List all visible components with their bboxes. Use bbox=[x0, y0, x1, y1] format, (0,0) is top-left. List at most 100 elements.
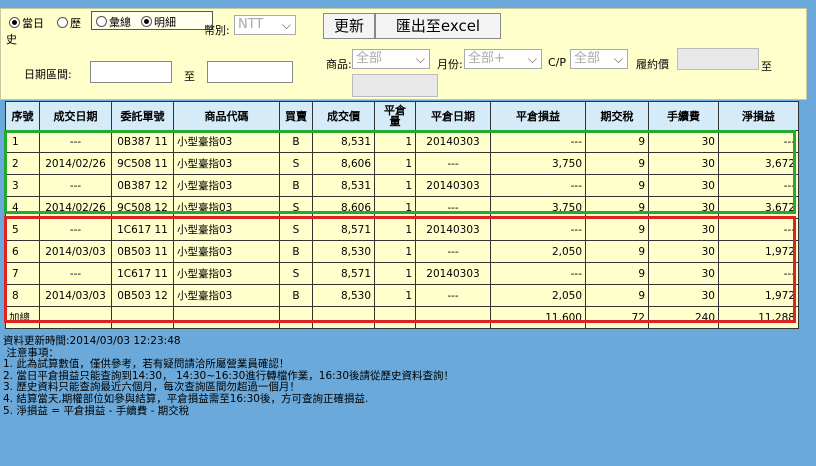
table-row[interactable]: 8 2014/03/03 0B503 12 小型臺指03 B 8,530 1 --- 2,050… bbox=[5, 284, 799, 307]
radio-summary[interactable]: 彙總 bbox=[96, 14, 131, 30]
cell-fee: 30 bbox=[648, 174, 719, 197]
cell-price: 8,571 bbox=[312, 262, 375, 285]
cell-close-pnl: 2,050 bbox=[490, 284, 586, 307]
cell-tax: 9 bbox=[585, 284, 649, 307]
total-pnl: 11,600 bbox=[490, 306, 586, 329]
table-cell bbox=[111, 306, 174, 329]
radio-summary-indicator[interactable] bbox=[96, 16, 107, 27]
radio-today[interactable]: 當日 bbox=[9, 15, 44, 31]
cell-close-date: --- bbox=[415, 240, 491, 263]
table-header-row: 序號 成交日期 委託單號 商品代碼 買賣 成交價 平倉量 平倉日期 平倉損益 期… bbox=[5, 101, 799, 131]
date-to-input[interactable] bbox=[207, 61, 293, 83]
cell-net-pnl: --- bbox=[718, 262, 799, 285]
cell-side: S bbox=[279, 262, 313, 285]
header-close-qty[interactable]: 平倉量 bbox=[374, 101, 416, 131]
header-close-pnl[interactable]: 平倉損益 bbox=[490, 101, 586, 131]
cell-close-qty: 1 bbox=[374, 218, 416, 241]
header-fee[interactable]: 手續費 bbox=[648, 101, 719, 131]
cell-close-pnl: --- bbox=[490, 130, 586, 153]
table-row[interactable]: 3 --- 0B387 12 小型臺指03 B 8,531 1 20140303 --- 9 30-… bbox=[5, 174, 799, 197]
cell-tax: 9 bbox=[585, 196, 649, 219]
chevron-down-icon: ⌵ bbox=[281, 18, 291, 32]
cp-value: 全部 bbox=[574, 51, 601, 66]
cell-price: 8,531 bbox=[312, 130, 375, 153]
month-value: 全部+ bbox=[468, 51, 505, 66]
table-row[interactable]: 2 2014/02/26 9C508 11 小型臺指03 S 8,606 1 --- 3,750… bbox=[5, 152, 799, 175]
radio-detail[interactable]: 明細 bbox=[141, 14, 176, 30]
cell-tax: 9 bbox=[585, 174, 649, 197]
table-row[interactable]: 7 --- 1C617 11 小型臺指03 S 8,571 1 20140303 --- 9 30-… bbox=[5, 262, 799, 285]
cell-order-no: 0B503 11 bbox=[111, 240, 174, 263]
cell-seq: 3 bbox=[5, 174, 40, 197]
chevron-down-icon: ⌵ bbox=[613, 52, 623, 66]
cell-order-no: 0B387 11 bbox=[111, 130, 174, 153]
radio-history[interactable]: 歷 bbox=[57, 15, 81, 31]
strike-to-input[interactable] bbox=[352, 74, 438, 97]
cell-tax: 9 bbox=[585, 130, 649, 153]
cell-seq: 4 bbox=[5, 196, 40, 219]
table-row[interactable]: 1 --- 0B387 11 小型臺指03 B 8,531 1 20140303 --- 9 30-… bbox=[5, 130, 799, 153]
cell-fee: 30 bbox=[648, 196, 719, 219]
cell-product-code: 小型臺指03 bbox=[173, 152, 280, 175]
cell-close-date: 20140303 bbox=[415, 130, 491, 153]
cell-price: 8,606 bbox=[312, 196, 375, 219]
currency-value: NTT bbox=[238, 17, 264, 32]
header-net-pnl[interactable]: 淨損益 bbox=[718, 101, 799, 131]
header-order-no[interactable]: 委託單號 bbox=[111, 101, 174, 131]
header-product-code[interactable]: 商品代碼 bbox=[173, 101, 280, 131]
chevron-down-icon: ⌵ bbox=[415, 52, 425, 66]
header-close-date[interactable]: 平倉日期 bbox=[415, 101, 491, 131]
cell-net-pnl: --- bbox=[718, 218, 799, 241]
cell-trade-date: --- bbox=[39, 130, 112, 153]
cell-close-date: --- bbox=[415, 284, 491, 307]
cell-order-no: 1C617 11 bbox=[111, 262, 174, 285]
cell-order-no: 1C617 11 bbox=[111, 218, 174, 241]
radio-history-indicator[interactable] bbox=[57, 17, 68, 28]
cell-close-qty: 1 bbox=[374, 152, 416, 175]
table-cell bbox=[39, 306, 112, 329]
header-trade-date[interactable]: 成交日期 bbox=[39, 101, 112, 131]
currency-select[interactable]: NTT ⌵ bbox=[234, 15, 296, 35]
cell-close-qty: 1 bbox=[374, 196, 416, 219]
header-seq[interactable]: 序號 bbox=[5, 101, 40, 131]
header-side[interactable]: 買賣 bbox=[279, 101, 313, 131]
cell-close-pnl: --- bbox=[490, 262, 586, 285]
cell-close-qty: 1 bbox=[374, 284, 416, 307]
radio-history-label: 歷 bbox=[70, 17, 81, 30]
table-row[interactable]: 6 2014/03/03 0B503 11 小型臺指03 B 8,530 1 --- 2,050… bbox=[5, 240, 799, 263]
table-row[interactable]: 5 --- 1C617 11 小型臺指03 S 8,571 1 20140303 --- 9 30-… bbox=[5, 218, 799, 241]
product-select[interactable]: 全部 ⌵ bbox=[352, 49, 430, 69]
strike-to-label: 至 bbox=[761, 60, 772, 73]
radio-detail-label: 明細 bbox=[154, 16, 176, 29]
total-tax: 72 bbox=[585, 306, 649, 329]
cell-side: S bbox=[279, 196, 313, 219]
table-cell bbox=[374, 306, 416, 329]
cell-seq: 7 bbox=[5, 262, 40, 285]
date-range-label: 日期區間: bbox=[24, 68, 72, 81]
cell-order-no: 9C508 11 bbox=[111, 152, 174, 175]
table-row[interactable]: 4 2014/02/26 9C508 12 小型臺指03 S 8,606 1 --- 3,750… bbox=[5, 196, 799, 219]
date-from-input[interactable] bbox=[90, 61, 172, 83]
radio-detail-indicator[interactable] bbox=[141, 16, 152, 27]
cell-close-qty: 1 bbox=[374, 130, 416, 153]
cell-close-pnl: 2,050 bbox=[490, 240, 586, 263]
cell-product-code: 小型臺指03 bbox=[173, 218, 280, 241]
cell-seq: 2 bbox=[5, 152, 40, 175]
strike-from-input[interactable] bbox=[677, 48, 759, 70]
cell-side: B bbox=[279, 240, 313, 263]
export-excel-button[interactable]: 匯出至excel bbox=[375, 13, 501, 39]
month-label: 月份: bbox=[437, 58, 463, 71]
refresh-button[interactable]: 更新 bbox=[323, 13, 375, 39]
header-price[interactable]: 成交價 bbox=[312, 101, 375, 131]
header-tax[interactable]: 期交稅 bbox=[585, 101, 649, 131]
cp-select[interactable]: 全部 ⌵ bbox=[570, 49, 628, 69]
cell-fee: 30 bbox=[648, 240, 719, 263]
table-cell bbox=[312, 306, 375, 329]
product-value: 全部 bbox=[356, 51, 383, 66]
trade-table: 序號 成交日期 委託單號 商品代碼 買賣 成交價 平倉量 平倉日期 平倉損益 期… bbox=[5, 101, 799, 329]
cell-tax: 9 bbox=[585, 152, 649, 175]
cp-label: C/P bbox=[548, 56, 567, 69]
radio-today-indicator[interactable] bbox=[9, 17, 20, 28]
cell-fee: 30 bbox=[648, 262, 719, 285]
month-select[interactable]: 全部+ ⌵ bbox=[464, 49, 542, 69]
